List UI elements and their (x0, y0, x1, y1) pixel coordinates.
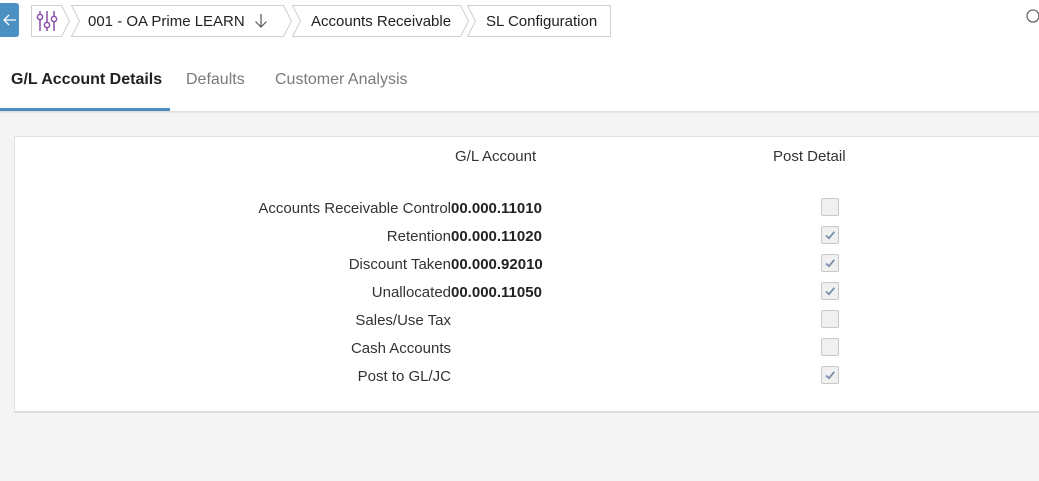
checkmark-icon (825, 259, 835, 268)
breadcrumb-module-label: Accounts Receivable (311, 12, 452, 30)
breadcrumb-bar: 001 - OA Prime LEARN Accounts Receivable… (0, 0, 1039, 44)
post-detail-checkbox[interactable] (821, 366, 839, 384)
row-label: Unallocated (371, 284, 451, 301)
gl-account-value: 00.000.11020 (451, 228, 542, 245)
tab-customer-analysis[interactable]: Customer Analysis (275, 71, 408, 89)
checkmark-icon (825, 371, 835, 380)
content-area: G/L Account Post Detail Accounts Receiva… (0, 114, 1039, 481)
sliders-icon (36, 11, 57, 31)
post-detail-checkbox[interactable] (821, 310, 839, 328)
breadcrumb-accounts-receivable[interactable]: Accounts Receivable (292, 5, 470, 37)
post-detail-checkbox[interactable] (821, 254, 839, 272)
row-label: Accounts Receivable Control (258, 200, 451, 217)
row-label: Post to GL/JC (357, 368, 451, 385)
breadcrumb-page-label: SL Configuration (486, 12, 598, 30)
checkmark-icon (825, 287, 835, 296)
post-detail-checkbox[interactable] (821, 198, 839, 216)
arrow-left-icon (2, 14, 16, 26)
row-label: Sales/Use Tax (355, 312, 451, 329)
search-icon[interactable] (1025, 8, 1039, 24)
arrow-down-icon[interactable] (254, 13, 268, 29)
post-detail-header: Post Detail (773, 148, 846, 165)
tab-defaults[interactable]: Defaults (186, 71, 245, 89)
gl-account-value: 00.000.92010 (451, 256, 543, 273)
tab-bar: G/L Account Details Defaults Customer An… (0, 47, 1039, 112)
post-detail-checkbox[interactable] (821, 282, 839, 300)
tab-gl-account-details[interactable]: G/L Account Details (11, 71, 162, 89)
post-detail-checkbox[interactable] (821, 338, 839, 356)
breadcrumb-sl-configuration[interactable]: SL Configuration (467, 5, 612, 37)
breadcrumb-company-label: 001 - OA Prime LEARN (88, 12, 245, 30)
checkmark-icon (825, 231, 835, 240)
row-label: Retention (386, 228, 451, 245)
gl-account-value: 00.000.11010 (451, 200, 542, 217)
gl-account-panel: G/L Account Post Detail Accounts Receiva… (14, 136, 1039, 413)
back-button[interactable] (0, 3, 19, 37)
gl-account-header: G/L Account (455, 148, 537, 165)
row-label: Cash Accounts (350, 340, 451, 357)
post-detail-checkbox[interactable] (821, 226, 839, 244)
breadcrumb-settings[interactable] (31, 5, 71, 37)
row-label: Discount Taken (348, 256, 451, 273)
gl-account-value: 00.000.11050 (451, 284, 542, 301)
breadcrumb-company[interactable]: 001 - OA Prime LEARN (71, 5, 293, 37)
